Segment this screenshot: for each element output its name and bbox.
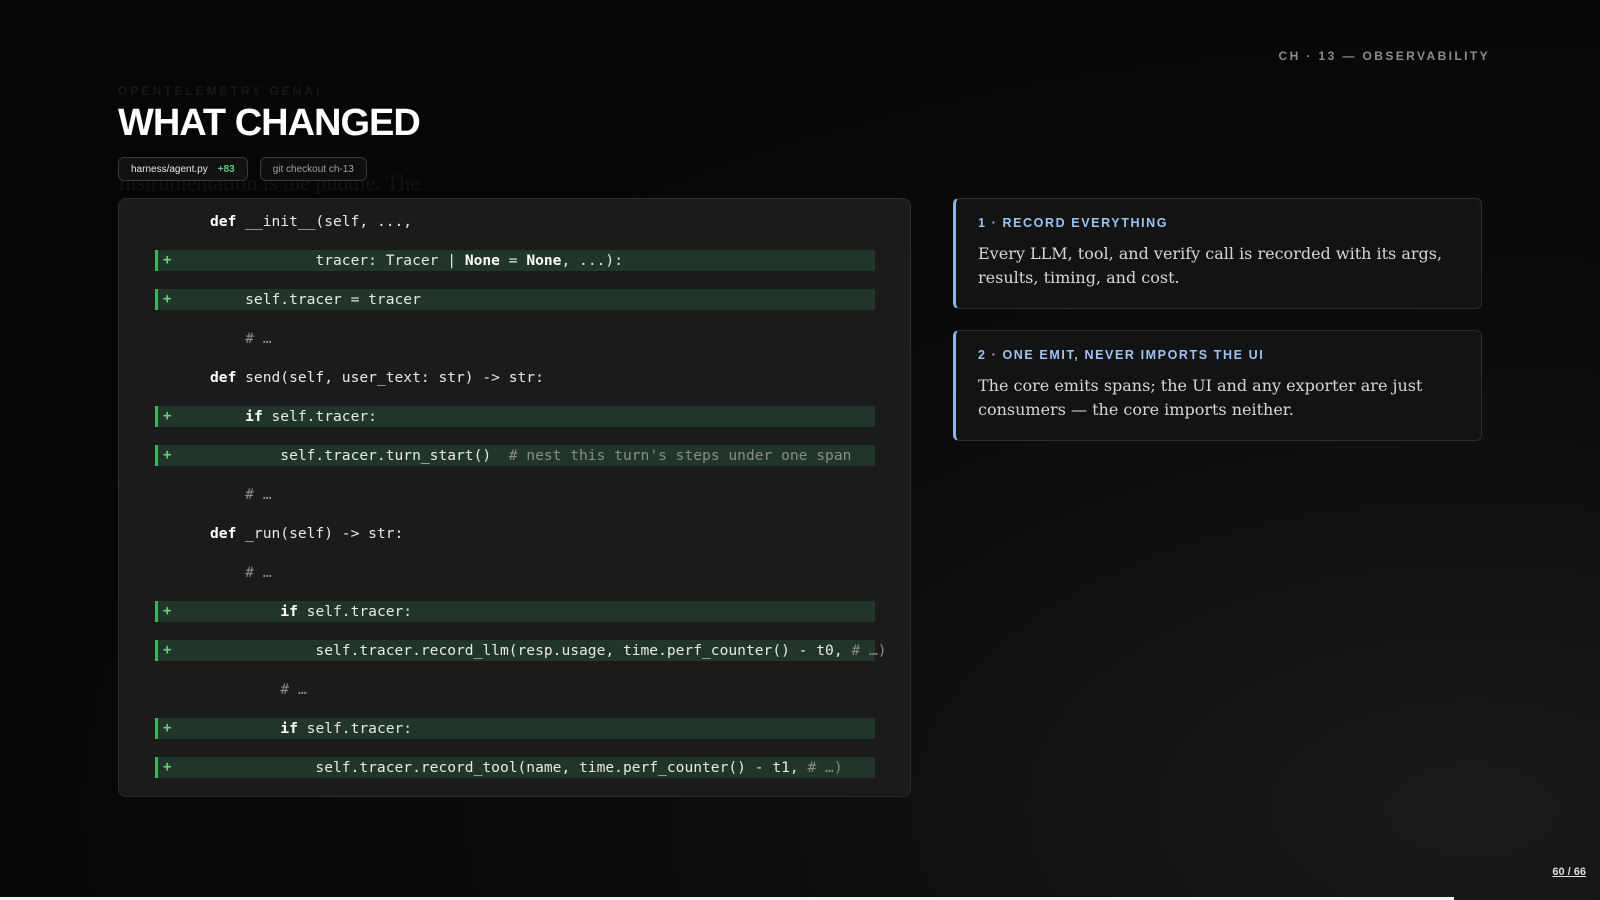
added-marker: +: [163, 291, 172, 307]
code-comment: # nest this turn's steps under one span: [508, 447, 852, 464]
additions-count: +83: [217, 163, 235, 175]
code-keyword: if: [245, 408, 263, 425]
code-token: , ...):: [561, 252, 623, 269]
page-counter[interactable]: 60 / 66: [1552, 866, 1586, 878]
code-text: def send(self, user_text: str) -> str:: [210, 367, 544, 388]
chip-row: harness/agent.py +83 git checkout ch-13: [118, 157, 367, 181]
code-text: def _run(self) -> str:: [210, 523, 403, 544]
added-marker: +: [163, 603, 172, 619]
added-code-line: + self.tracer.record_tool(name, time.per…: [155, 757, 875, 778]
added-marker: +: [163, 252, 172, 268]
code-diff-panel: def __init__(self, ..., + tracer: Tracer …: [118, 198, 911, 797]
callout-title: 1 · RECORD EVERYTHING: [978, 216, 1169, 230]
callout-card-1: 1 · RECORD EVERYTHING Every LLM, tool, a…: [953, 198, 1482, 309]
code-line: # …: [155, 328, 875, 349]
code-keyword: if: [280, 720, 298, 737]
added-code-line: + self.tracer.record_llm(resp.usage, tim…: [155, 640, 887, 661]
code-token: self.tracer:: [297, 603, 413, 620]
code-text: def __init__(self, ...,: [210, 211, 412, 232]
code-text: if self.tracer:: [210, 718, 412, 739]
code-line: # …: [155, 484, 875, 505]
callout-card-2: 2 · ONE EMIT, NEVER IMPORTS THE UI The c…: [953, 330, 1482, 441]
code-token: self.tracer:: [297, 720, 413, 737]
added-marker: +: [163, 720, 172, 736]
code-comment: # …: [210, 486, 272, 503]
added-code-line: + self.tracer.turn_start() # nest this t…: [155, 445, 875, 466]
code-token: _run(self) -> str:: [236, 525, 404, 542]
code-text: # …: [210, 562, 272, 583]
code-text: self.tracer.record_llm(resp.usage, time.…: [210, 640, 887, 661]
added-marker: +: [163, 642, 172, 658]
code-text: if self.tracer:: [210, 406, 377, 427]
code-text: self.tracer = tracer: [210, 289, 421, 310]
added-code-line: + self.tracer = tracer: [155, 289, 875, 310]
code-text: # …: [210, 679, 307, 700]
code-line: # …: [155, 679, 875, 700]
callout-body: Every LLM, tool, and verify call is reco…: [978, 244, 1443, 287]
code-text: tracer: Tracer | None = None, ...):: [210, 250, 623, 271]
added-marker: +: [163, 759, 172, 775]
code-token: self.tracer.record_tool(name, time.perf_…: [210, 759, 808, 776]
code-comment: # …: [210, 681, 307, 698]
code-token: self.tracer.turn_start(): [210, 447, 509, 464]
code-token: =: [499, 252, 527, 269]
code-token: self.tracer.record_llm(resp.usage, time.…: [210, 642, 852, 659]
callout-title: 2 · ONE EMIT, NEVER IMPORTS THE UI: [978, 348, 1265, 362]
file-path: harness/agent.py: [131, 163, 208, 175]
code-comment: # …: [210, 330, 272, 347]
git-command: git checkout ch-13: [272, 163, 354, 175]
code-keyword: def: [210, 213, 237, 230]
code-token: self.tracer = tracer: [210, 291, 421, 308]
code-text: self.tracer.turn_start() # nest this tur…: [210, 445, 851, 466]
code-line: def send(self, user_text: str) -> str:: [155, 367, 875, 388]
chapter-label: CH · 13 — OBSERVABILITY: [1278, 49, 1490, 63]
code-lines: def __init__(self, ..., + tracer: Tracer …: [155, 211, 887, 796]
callout-body: The core emits spans; the UI and any exp…: [978, 376, 1423, 419]
code-token: send(self, user_text: str) -> str:: [236, 369, 544, 386]
file-chip: harness/agent.py +83: [118, 157, 248, 181]
code-comment: # …): [807, 759, 843, 776]
added-marker: +: [163, 447, 172, 463]
ghost-eyebrow: OPENTELEMETRY GENAI: [118, 84, 323, 98]
code-line: # …: [155, 562, 875, 583]
code-token: tracer: Tracer |: [210, 252, 465, 269]
code-line: def _run(self) -> str:: [155, 523, 875, 544]
code-token: self.tracer:: [262, 408, 377, 425]
git-command-chip: git checkout ch-13: [259, 157, 367, 181]
code-keyword: None: [464, 252, 500, 269]
code-line: def __init__(self, ...,: [155, 211, 875, 232]
code-keyword: None: [526, 252, 562, 269]
code-keyword: def: [210, 369, 237, 386]
added-code-line: + if self.tracer:: [155, 406, 875, 427]
code-comment: # …: [210, 564, 272, 581]
added-marker: +: [163, 408, 172, 424]
code-keyword: if: [280, 603, 298, 620]
code-comment: # …): [851, 642, 887, 659]
code-text: if self.tracer:: [210, 601, 412, 622]
code-text: # …: [210, 328, 272, 349]
code-token: __init__(self, ...,: [236, 213, 413, 230]
slide-title: WHAT CHANGED: [118, 102, 421, 144]
slide: CH · 13 — OBSERVABILITY OPENTELEMETRY GE…: [0, 0, 1600, 900]
added-code-line: + if self.tracer:: [155, 601, 875, 622]
code-text: # …: [210, 484, 272, 505]
code-keyword: def: [210, 525, 237, 542]
added-code-line: + tracer: Tracer | None = None, ...):: [155, 250, 875, 271]
code-text: self.tracer.record_tool(name, time.perf_…: [210, 757, 843, 778]
added-code-line: + if self.tracer:: [155, 718, 875, 739]
